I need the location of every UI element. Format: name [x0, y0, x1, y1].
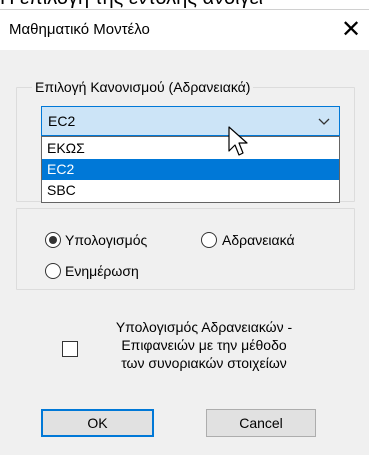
dropdown-option-ec2[interactable]: EC2: [42, 159, 339, 180]
radio-calculation-label: Υπολογισμός: [65, 232, 148, 248]
regulation-dropdown-list: ΕΚΩΣ EC2 SBC: [41, 136, 340, 203]
radio-inertial-label: Αδρανειακά: [222, 232, 295, 248]
cancel-button[interactable]: Cancel: [206, 409, 316, 437]
math-model-dialog: Μαθηματικό Μοντέλο ✕ Επιλογή Κανονισμού …: [0, 9, 369, 455]
radio-selected-dot: [49, 236, 57, 244]
close-icon[interactable]: ✕: [336, 14, 366, 44]
chevron-down-icon[interactable]: [317, 114, 331, 128]
ok-button[interactable]: OK: [41, 409, 154, 437]
radio-calculation[interactable]: [45, 232, 61, 248]
dialog-title: Μαθηματικό Μοντέλο: [9, 21, 150, 38]
radio-update[interactable]: [45, 263, 61, 279]
mouse-pointer-icon: [228, 126, 248, 156]
dropdown-option-sbc[interactable]: SBC: [42, 180, 339, 201]
boundary-label-line-3: των συνοριακών στοιχείων: [121, 355, 287, 371]
title-bar: Μαθηματικό Μοντέλο ✕: [0, 10, 369, 50]
boundary-elements-checkbox[interactable]: [62, 341, 78, 357]
radio-update-label: Ενημέρωση: [65, 263, 139, 279]
regulation-combobox[interactable]: EC2: [41, 106, 340, 136]
boundary-elements-label: Υπολογισμός Αδρανειακών - Επιφανειών με …: [84, 318, 324, 372]
boundary-label-line-2: Επιφανειών με την μέθοδο: [121, 337, 287, 353]
boundary-label-line-1: Υπολογισμός Αδρανειακών -: [115, 319, 293, 335]
dropdown-option-ekos[interactable]: ΕΚΩΣ: [42, 138, 339, 159]
background-caption: Η επιλογή της εντολής ανοίγει: [0, 0, 369, 9]
combobox-value: EC2: [48, 113, 76, 129]
regulation-group-label: Επιλογή Κανονισμού (Αδρανειακά): [32, 79, 254, 95]
radio-inertial[interactable]: [201, 232, 217, 248]
